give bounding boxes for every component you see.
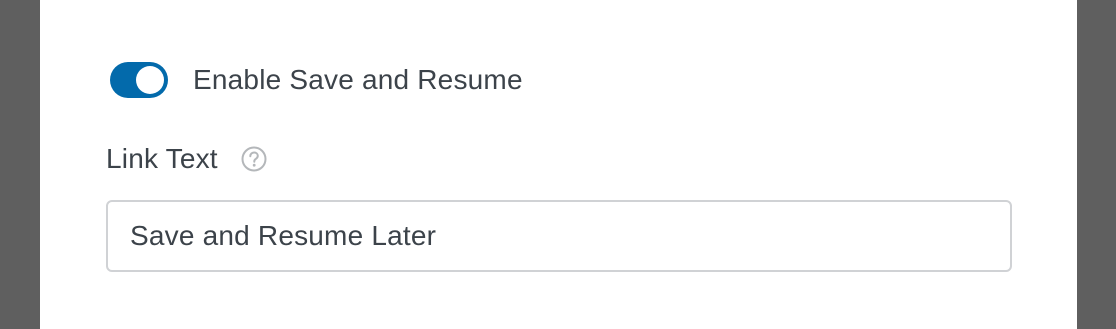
save-resume-toggle[interactable]: [110, 62, 168, 98]
save-resume-toggle-label[interactable]: Enable Save and Resume: [193, 64, 523, 96]
toggle-knob: [136, 66, 164, 94]
link-text-label-row: Link Text: [106, 143, 267, 175]
settings-panel: Enable Save and Resume Link Text: [40, 0, 1077, 329]
question-circle-icon[interactable]: [241, 146, 267, 172]
save-resume-toggle-row: Enable Save and Resume: [110, 62, 523, 98]
link-text-input[interactable]: [106, 200, 1012, 272]
link-text-label: Link Text: [106, 143, 218, 174]
